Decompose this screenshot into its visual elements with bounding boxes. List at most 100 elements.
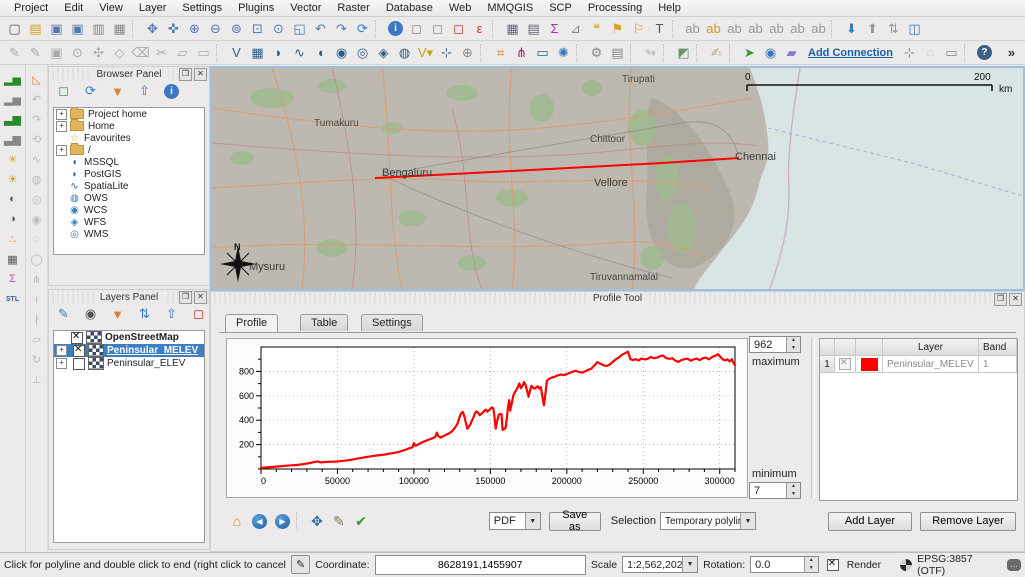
add-spatialite-layer-icon[interactable]: ∿ (289, 43, 310, 63)
zoom-to-selection-icon[interactable]: ⊙ (268, 19, 289, 39)
zoom-full-icon[interactable]: ⊡ (247, 19, 268, 39)
stl-export-plugin-icon[interactable]: STL (4, 291, 22, 307)
scp-tool-icon[interactable]: ▰ (781, 43, 802, 63)
processing-toolbox-icon[interactable]: ✺ (553, 43, 574, 63)
show-bookmarks-icon[interactable]: ⚐ (628, 19, 649, 39)
brightness-decrease-icon[interactable]: ☀ (4, 171, 22, 187)
expand-all-layers-icon[interactable]: ⇅ (134, 304, 155, 324)
collapse-all-layers-icon[interactable]: ⇧ (161, 304, 182, 324)
layer-visibility-checkbox[interactable] (73, 358, 85, 370)
rotate-label-icon[interactable]: ab (787, 19, 808, 39)
new-layer-menu-icon[interactable]: V▾ (415, 43, 436, 63)
expander-icon[interactable]: + (56, 358, 67, 369)
maximum-spin-buttons[interactable]: ▲▼ (786, 337, 800, 352)
select-by-expression-icon[interactable]: ε (469, 19, 490, 39)
edit-plot-icon[interactable]: ✎ (328, 512, 350, 530)
layer-item-peninsular_elev[interactable]: +Peninsular_ELEV (54, 357, 204, 370)
add-layer-button[interactable]: Add Layer (828, 512, 912, 531)
column-header-layer[interactable]: Layer (883, 339, 979, 356)
color-swatch[interactable] (861, 358, 878, 371)
search-tool-icon[interactable]: ◌ (920, 43, 941, 63)
menu-plugins[interactable]: Plugins (230, 1, 282, 15)
refresh-browser-icon[interactable]: ⟳ (80, 81, 101, 101)
table-row[interactable]: 1Peninsular_MELEV1 (820, 356, 1017, 373)
undo-icon[interactable]: ↶ (28, 91, 46, 107)
filter-legend-icon[interactable]: ▼ (107, 304, 128, 324)
open-project-icon[interactable]: ▤ (25, 19, 46, 39)
zoom-last-icon[interactable]: ↶ (310, 19, 331, 39)
redo-icon[interactable]: ↷ (28, 111, 46, 127)
show-statistics-icon[interactable]: Σ (544, 19, 565, 39)
open-attribute-table-icon[interactable]: ▦ (502, 19, 523, 39)
browser-item-home[interactable]: +Home (54, 120, 204, 132)
merge-features-icon[interactable]: ▱ (28, 331, 46, 347)
node-tool-icon[interactable]: ◇ (109, 43, 130, 63)
crs-icon[interactable] (900, 559, 912, 571)
mmqgis-tool-icon[interactable]: ➤ (739, 43, 760, 63)
collapse-all-icon[interactable]: ⇧ (134, 81, 155, 101)
delete-part-icon[interactable]: ◯ (28, 251, 46, 267)
column-header-band[interactable]: Band (979, 339, 1017, 356)
topology-checker-icon[interactable]: ⌗ (490, 43, 511, 63)
menu-mmqgis[interactable]: MMQGIS (479, 1, 541, 15)
filter-browser-icon[interactable]: ▼ (107, 81, 128, 101)
expander-icon[interactable]: + (56, 145, 67, 156)
scale-combo[interactable]: 1:2,562,202 ▼ (622, 556, 698, 573)
add-part-icon[interactable]: ◎ (28, 191, 46, 207)
fill-ring-icon[interactable]: ◉ (28, 211, 46, 227)
split-features-icon[interactable]: ∤ (28, 311, 46, 327)
globe-unlock-icon[interactable]: ◑ (4, 211, 22, 227)
browser-item-wms[interactable]: ◎WMS (54, 228, 204, 240)
tab-table[interactable]: Table (300, 314, 348, 331)
layer-labeling-options-icon[interactable]: ab (682, 19, 703, 39)
render-checkbox[interactable] (827, 559, 839, 571)
layers-float-button[interactable]: ❐ (179, 291, 192, 304)
selection-combo[interactable]: Temporary polyline ▼ (660, 512, 756, 530)
log-messages-icon[interactable]: ▤ (607, 43, 628, 63)
expander-icon[interactable]: + (56, 121, 67, 132)
menu-project[interactable]: Project (6, 1, 56, 15)
zoom-native-icon[interactable]: ⊚ (226, 19, 247, 39)
raster-histogram-local-icon[interactable]: ▂▅ (4, 71, 22, 87)
points-cluster-tool-icon[interactable]: ∴ (4, 231, 22, 247)
tab-settings[interactable]: Settings (361, 314, 423, 331)
expander-icon[interactable]: + (56, 109, 67, 120)
refresh-map-icon[interactable]: ⟳ (352, 19, 373, 39)
identify-features-icon[interactable]: i (388, 21, 403, 36)
save-layer-edits-icon[interactable]: ▣ (46, 43, 67, 63)
raster-histogram-full-icon[interactable]: ▃▆ (4, 111, 22, 127)
globe-lock-icon[interactable]: ◐ (4, 191, 22, 207)
save-project-icon[interactable]: ▣ (46, 19, 67, 39)
pan-plot-icon[interactable]: ✥ (306, 512, 328, 530)
browser-close-button[interactable]: ✕ (194, 68, 207, 81)
zoom-to-layer-icon[interactable]: ◱ (289, 19, 310, 39)
delete-ring-icon[interactable]: ◌ (28, 231, 46, 247)
pin-labels-icon[interactable]: ab (724, 19, 745, 39)
sigma-statistics-plugin-icon[interactable]: Σ (4, 271, 22, 287)
select-features-icon[interactable]: ◻ (406, 19, 427, 39)
georeferencer-icon[interactable]: ◩ (673, 43, 694, 63)
row-checkbox[interactable] (839, 358, 851, 370)
remove-layer-button[interactable]: Remove Layer (920, 512, 1016, 531)
measure-line-icon[interactable]: ⊿ (565, 19, 586, 39)
map-canvas[interactable]: TumakuruBengaluruChittoorVelloreTiruvann… (210, 66, 1025, 291)
options-wrench-icon[interactable]: ⚙ (586, 43, 607, 63)
menu-layer[interactable]: Layer (131, 1, 175, 15)
menu-database[interactable]: Database (378, 1, 441, 15)
add-feature-icon[interactable]: ⊙ (67, 43, 88, 63)
layer-visibility-checkbox[interactable] (71, 332, 83, 344)
add-ows-layer-icon[interactable]: ◍ (394, 43, 415, 63)
pan-map-icon[interactable]: ✥ (142, 19, 163, 39)
simplify-feature-icon[interactable]: ∿ (28, 151, 46, 167)
minimum-spinbox[interactable]: 7 ▲▼ (749, 482, 801, 499)
lasso-select-icon[interactable]: ↬ (640, 43, 661, 63)
browser-item-mssql[interactable]: ◖MSSQL (54, 156, 204, 168)
browser-item-ows[interactable]: ◍OWS (54, 192, 204, 204)
menu-web[interactable]: Web (441, 1, 479, 15)
coordinate-input[interactable] (375, 555, 586, 575)
trim-extend-icon[interactable]: ⊥ (28, 371, 46, 387)
browser-item-wcs[interactable]: ◉WCS (54, 204, 204, 216)
add-wms-layer-icon[interactable]: ◉ (331, 43, 352, 63)
move-feature-icon[interactable]: ✣ (88, 43, 109, 63)
crs-status[interactable]: EPSG:3857 (OTF) (917, 553, 997, 577)
